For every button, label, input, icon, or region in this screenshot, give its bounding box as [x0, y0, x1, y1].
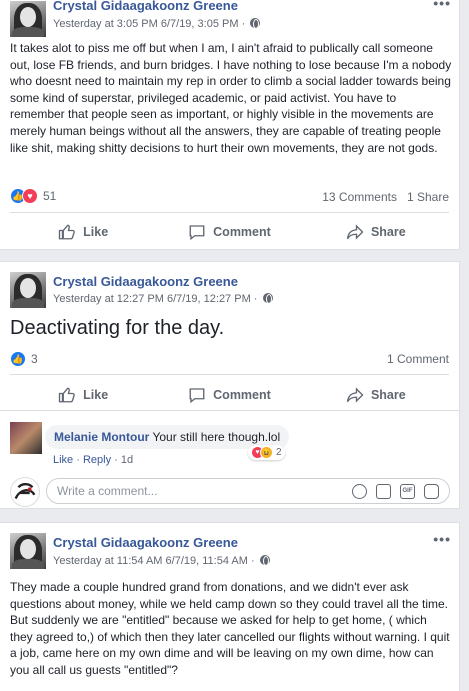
- engagement-counts: 13 Comments 1 Share: [322, 190, 449, 204]
- like-button[interactable]: Like: [10, 223, 156, 241]
- divider: [10, 212, 449, 213]
- post-text: Deactivating for the day.: [10, 317, 225, 339]
- comment-bubble-icon: [189, 225, 205, 241]
- globe-icon: [262, 293, 273, 304]
- share-button[interactable]: Share: [303, 223, 449, 241]
- comment-button[interactable]: Comment: [156, 386, 302, 404]
- shares-count[interactable]: 1 Share: [407, 190, 449, 204]
- post-actions: Like Comment Share: [10, 223, 449, 241]
- share-button[interactable]: Share: [303, 386, 449, 404]
- author-avatar[interactable]: [10, 533, 46, 569]
- viewer-avatar-icon: [14, 483, 36, 500]
- reactions-summary[interactable]: 👍 ♥ 51: [10, 188, 56, 204]
- author-avatar[interactable]: [10, 1, 46, 37]
- sticker-icon[interactable]: [424, 484, 439, 499]
- author-avatar[interactable]: [10, 272, 46, 308]
- divider: [10, 374, 449, 375]
- divider: [0, 410, 459, 411]
- commenter-name[interactable]: Melanie Montour: [54, 430, 149, 444]
- comment-like-link[interactable]: Like: [53, 454, 73, 466]
- comment-input[interactable]: Write a comment... GIF: [46, 478, 450, 504]
- post-card-1: Crystal Gidaagakoonz Greene Yesterday at…: [0, 0, 460, 250]
- comment-input-tools: GIF: [352, 484, 439, 499]
- post-text: They made a couple hundred grand from do…: [10, 580, 450, 677]
- gif-icon[interactable]: GIF: [400, 484, 415, 499]
- reactions-summary[interactable]: 👍 3: [10, 351, 38, 367]
- post-text: It takes alot to piss me off but when I …: [10, 41, 452, 155]
- comment-reactions[interactable]: ♥ 😆 2: [248, 445, 285, 460]
- post-actions: Like Comment Share: [10, 386, 449, 404]
- like-button[interactable]: Like: [10, 386, 156, 404]
- globe-icon: [250, 18, 261, 29]
- commenter-avatar[interactable]: [10, 422, 42, 454]
- post-card-3: Crystal Gidaagakoonz Greene Yesterday at…: [0, 522, 460, 691]
- author-name[interactable]: Crystal Gidaagakoonz Greene: [53, 535, 238, 550]
- like-thumb-icon: [58, 224, 75, 240]
- camera-icon[interactable]: [376, 484, 391, 499]
- like-reaction-icon: 👍: [10, 351, 26, 367]
- share-arrow-icon: [346, 224, 364, 240]
- comments-count[interactable]: 1 Comment: [387, 352, 449, 366]
- emoji-icon[interactable]: [352, 484, 367, 499]
- more-options-button[interactable]: •••: [433, 0, 451, 11]
- comment-text: Your still here though.lol: [152, 430, 281, 444]
- comment-input-placeholder: Write a comment...: [57, 484, 158, 498]
- comments-count[interactable]: 13 Comments: [322, 190, 397, 204]
- share-arrow-icon: [346, 387, 364, 403]
- viewer-avatar: [10, 477, 40, 507]
- globe-icon: [259, 555, 270, 566]
- like-thumb-icon: [58, 387, 75, 403]
- more-options-button[interactable]: •••: [433, 531, 451, 547]
- author-name[interactable]: Crystal Gidaagakoonz Greene: [53, 274, 238, 289]
- love-reaction-icon: ♥: [22, 188, 38, 204]
- comment-age: 1d: [120, 454, 134, 466]
- comment-actions: Like · Reply · 1d: [53, 454, 134, 466]
- post-timestamp[interactable]: Yesterday at 12:27 PM 6/7/19, 12:27 PM ·: [53, 293, 273, 305]
- post-timestamp[interactable]: Yesterday at 3:05 PM 6/7/19, 3:05 PM ·: [53, 18, 261, 30]
- comment-reply-link[interactable]: Reply: [83, 454, 111, 466]
- comment-bubble-icon: [189, 388, 205, 404]
- author-name[interactable]: Crystal Gidaagakoonz Greene: [53, 0, 238, 13]
- post-card-2: Crystal Gidaagakoonz Greene Yesterday at…: [0, 261, 460, 509]
- post-timestamp[interactable]: Yesterday at 11:54 AM 6/7/19, 11:54 AM ·: [53, 555, 270, 567]
- haha-reaction-icon: 😆: [260, 446, 273, 459]
- comment-button[interactable]: Comment: [156, 223, 302, 241]
